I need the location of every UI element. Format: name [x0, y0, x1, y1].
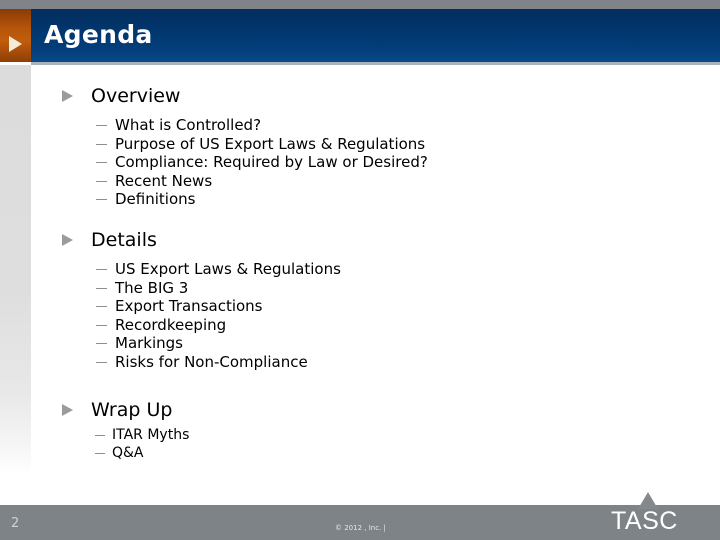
dash-bullet-icon — [95, 452, 105, 454]
list-item: Recordkeeping — [62, 316, 341, 335]
dash-bullet-icon — [96, 287, 107, 289]
list-item: Recent News — [62, 172, 428, 191]
dash-bullet-icon — [96, 361, 107, 363]
list-item-label: Compliance: Required by Law or Desired? — [115, 153, 428, 172]
list-item-label: Purpose of US Export Laws & Regulations — [115, 134, 426, 153]
list-item: Export Transactions — [62, 297, 341, 316]
list-item-label: The BIG 3 — [115, 278, 189, 297]
list-item: Compliance: Required by Law or Desired? — [62, 153, 428, 172]
top-gray-strip — [0, 0, 720, 9]
section-heading-label: Details — [91, 229, 157, 251]
dash-bullet-icon — [96, 324, 107, 326]
dash-bullet-icon — [96, 180, 107, 182]
dash-bullet-icon — [96, 199, 107, 201]
slide-content: Overview What is Controlled? Purpose of … — [0, 65, 720, 505]
list-item-label: ITAR Myths — [112, 427, 190, 443]
list-item-label: Markings — [115, 334, 183, 353]
dash-bullet-icon — [96, 306, 107, 308]
play-triangle-icon — [9, 36, 22, 52]
dash-bullet-icon — [96, 269, 107, 270]
sublist-overview: What is Controlled? Purpose of US Export… — [62, 116, 428, 209]
dash-bullet-icon — [96, 125, 107, 126]
dash-bullet-icon — [96, 143, 107, 145]
list-item: Purpose of US Export Laws & Regulations — [62, 135, 428, 154]
copyright-notice: © 2012 , Inc. | — [335, 524, 386, 532]
sublist-details: US Export Laws & Regulations The BIG 3 E… — [62, 260, 341, 372]
list-item-label: Definitions — [115, 190, 196, 209]
section-details: Details US Export Laws & Regulations The… — [62, 229, 341, 372]
list-item-label: Recordkeeping — [115, 315, 227, 334]
sublist-wrap-up: ITAR Myths Q&A — [62, 427, 189, 462]
list-item-label: Q&A — [112, 444, 144, 461]
dash-bullet-icon — [96, 162, 107, 164]
section-heading: Overview — [62, 85, 428, 107]
list-item: Definitions — [62, 190, 428, 209]
list-item: What is Controlled? — [62, 116, 428, 135]
slide: Agenda Overview What is Controlled? Purp… — [0, 0, 720, 540]
triangle-bullet-icon — [62, 234, 73, 246]
page-title: Agenda — [44, 20, 153, 49]
logo-wordmark: TASC — [611, 507, 678, 535]
list-item-label: Recent News — [115, 171, 213, 190]
dash-bullet-icon — [96, 343, 107, 345]
triangle-bullet-icon — [62, 90, 73, 102]
page-number: 2 — [11, 516, 20, 531]
tasc-logo: TASC — [608, 492, 692, 536]
header-accent-block — [0, 9, 31, 62]
list-item-label: Risks for Non-Compliance — [115, 352, 308, 371]
section-heading-label: Wrap Up — [91, 399, 173, 421]
section-heading-label: Overview — [91, 85, 181, 107]
list-item: US Export Laws & Regulations — [62, 260, 341, 279]
list-item-label: US Export Laws & Regulations — [115, 260, 341, 278]
dash-bullet-icon — [95, 435, 105, 436]
section-overview: Overview What is Controlled? Purpose of … — [62, 85, 428, 209]
list-item: The BIG 3 — [62, 279, 341, 298]
list-item-label: What is Controlled? — [115, 116, 262, 134]
list-item: Q&A — [62, 445, 189, 463]
list-item: Risks for Non-Compliance — [62, 353, 341, 372]
section-heading: Wrap Up — [62, 399, 189, 421]
section-heading: Details — [62, 229, 341, 251]
list-item: Markings — [62, 334, 341, 353]
list-item-label: Export Transactions — [115, 297, 263, 316]
triangle-bullet-icon — [62, 404, 73, 416]
section-wrap-up: Wrap Up ITAR Myths Q&A — [62, 399, 189, 462]
list-item: ITAR Myths — [62, 427, 189, 445]
